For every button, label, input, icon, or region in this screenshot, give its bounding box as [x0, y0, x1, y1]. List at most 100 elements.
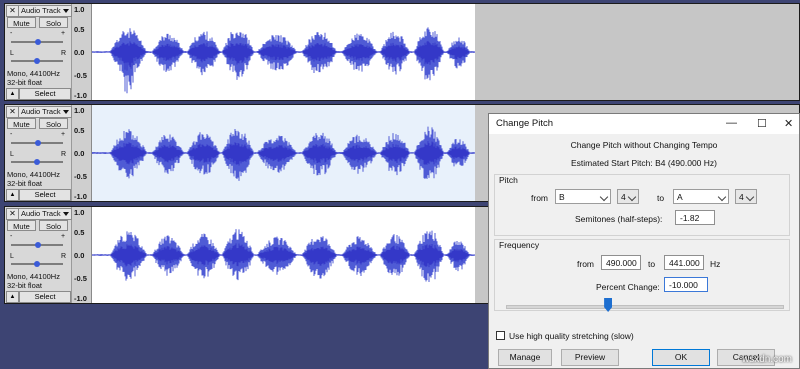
mute-button[interactable]: Mute — [7, 220, 36, 231]
amplitude-ruler: 1.0 0.5 0.0 -0.5 -1.0 — [72, 4, 92, 100]
track-name: Audio Track — [21, 107, 61, 116]
high-quality-label: Use high quality stretching (slow) — [509, 331, 634, 341]
scale-lower: -0.5 — [74, 71, 87, 80]
waveform-area[interactable] — [92, 105, 475, 201]
waveform-area[interactable] — [92, 4, 475, 100]
chevron-down-icon — [599, 192, 609, 202]
minimize-icon[interactable]: — — [726, 117, 737, 129]
pan-slider[interactable] — [11, 58, 63, 64]
close-icon[interactable]: ✕ — [784, 117, 793, 130]
pitch-to-note-value: A — [677, 192, 683, 202]
gain-minus: - — [10, 233, 13, 240]
chevron-down-icon — [717, 192, 727, 202]
scale-lower: -0.5 — [74, 274, 87, 283]
percent-change-label: Percent Change: — [596, 282, 660, 292]
pan-left-label: L — [10, 151, 14, 158]
scale-top: 1.0 — [74, 208, 85, 217]
pan-slider-knob[interactable] — [34, 58, 40, 64]
select-button[interactable]: Select — [19, 189, 71, 201]
chevron-down-icon — [63, 9, 69, 13]
pan-slider-knob[interactable] — [34, 261, 40, 267]
track-name-menu[interactable]: Audio Track — [18, 5, 72, 17]
gain-slider[interactable] — [11, 242, 63, 248]
select-button[interactable]: Select — [19, 88, 71, 100]
gain-minus: - — [10, 30, 13, 37]
dialog-title-bar: Change Pitch — [489, 114, 799, 134]
gain-slider-knob[interactable] — [35, 140, 41, 146]
amplitude-ruler: 1.0 0.5 0.0 -0.5 -1.0 — [72, 207, 92, 303]
collapse-icon[interactable]: ▲ — [6, 88, 19, 100]
frequency-from-label: from — [577, 259, 594, 269]
scale-mid: 0.0 — [74, 149, 85, 158]
mute-button[interactable]: Mute — [7, 118, 36, 129]
maximize-icon[interactable]: ☐ — [757, 117, 767, 130]
scale-upper: 0.5 — [74, 126, 85, 135]
dialog-heading: Change Pitch without Changing Tempo — [570, 140, 718, 150]
pan-right-label: R — [61, 151, 67, 158]
chevron-down-icon — [63, 110, 69, 114]
chevron-down-icon — [745, 192, 755, 202]
scale-top: 1.0 — [74, 5, 85, 14]
collapse-icon[interactable]: ▲ — [6, 291, 19, 303]
track-empty-area[interactable] — [475, 4, 799, 100]
collapse-icon[interactable]: ▲ — [6, 189, 19, 201]
frequency-from-field[interactable]: 490.000 — [601, 255, 641, 270]
solo-button[interactable]: Solo — [39, 220, 68, 231]
track-name-menu[interactable]: Audio Track — [18, 106, 72, 118]
scale-mid: 0.0 — [74, 251, 85, 260]
scale-mid: 0.0 — [74, 48, 85, 57]
frequency-to-field[interactable]: 441.000 — [664, 255, 704, 270]
manage-button[interactable]: Manage — [498, 349, 552, 366]
gain-slider[interactable] — [11, 140, 63, 146]
frequency-group-label: Frequency — [499, 240, 540, 250]
gain-slider[interactable] — [11, 39, 63, 45]
high-quality-checkbox[interactable] — [496, 331, 505, 340]
track-name: Audio Track — [21, 6, 61, 15]
track-name: Audio Track — [21, 209, 61, 218]
semitones-field[interactable]: -1.82 — [675, 210, 715, 225]
frequency-unit: Hz — [710, 259, 721, 269]
pitch-to-octave-spinner[interactable]: 4 — [735, 189, 757, 204]
pitch-to-note-select[interactable]: A — [673, 189, 729, 204]
waveform — [92, 126, 475, 181]
scale-bottom: -1.0 — [74, 192, 87, 201]
preview-button[interactable]: Preview — [561, 349, 619, 366]
percent-change-slider[interactable] — [506, 305, 784, 309]
waveform — [92, 27, 475, 94]
track-format: 32-bit float — [7, 78, 43, 87]
pan-slider[interactable] — [11, 159, 63, 165]
watermark: wsxdn.com — [741, 354, 792, 365]
scale-bottom: -1.0 — [74, 91, 87, 100]
solo-button[interactable]: Solo — [39, 17, 68, 28]
scale-upper: 0.5 — [74, 228, 85, 237]
pitch-from-octave-spinner[interactable]: 4 — [617, 189, 639, 204]
pan-left-label: L — [10, 253, 14, 260]
percent-change-field[interactable]: -10.000 — [664, 277, 708, 292]
pan-slider[interactable] — [11, 261, 63, 267]
pan-left-label: L — [10, 50, 14, 57]
ok-button[interactable]: OK — [652, 349, 710, 366]
change-pitch-dialog: Change Pitch — ☐ ✕ Change Pitch without … — [488, 113, 800, 369]
pitch-to-octave-value: 4 — [739, 192, 744, 202]
track-info: Mono, 44100Hz 32-bit float — [7, 69, 60, 87]
track-control-panel: ✕ Audio Track Mute Solo - + L R Mono, 44100Hz 32-… — [5, 4, 72, 100]
gain-slider-knob[interactable] — [35, 39, 41, 45]
frequency-group: Frequency from 490.000 to 441.000 Hz Per… — [494, 239, 790, 311]
track-name-menu[interactable]: Audio Track — [18, 208, 72, 220]
pitch-from-label: from — [531, 193, 548, 203]
track-format: 32-bit float — [7, 281, 43, 290]
mute-button[interactable]: Mute — [7, 17, 36, 28]
pan-slider-knob[interactable] — [34, 159, 40, 165]
select-button[interactable]: Select — [19, 291, 71, 303]
track-rate: Mono, 44100Hz — [7, 170, 60, 179]
chevron-down-icon — [63, 212, 69, 216]
pitch-from-note-select[interactable]: B — [555, 189, 611, 204]
gain-minus: - — [10, 131, 13, 138]
track-control-panel: ✕ Audio Track Mute Solo - + L R Mono, 44100Hz 32-… — [5, 105, 72, 201]
gain-slider-knob[interactable] — [35, 242, 41, 248]
solo-button[interactable]: Solo — [39, 118, 68, 129]
waveform-area[interactable] — [92, 207, 475, 303]
pitch-from-octave-value: 4 — [621, 192, 626, 202]
audio-track: ✕ Audio Track Mute Solo - + L R Mono, 44100Hz 32-… — [4, 3, 800, 101]
dialog-title: Change Pitch — [496, 118, 554, 129]
